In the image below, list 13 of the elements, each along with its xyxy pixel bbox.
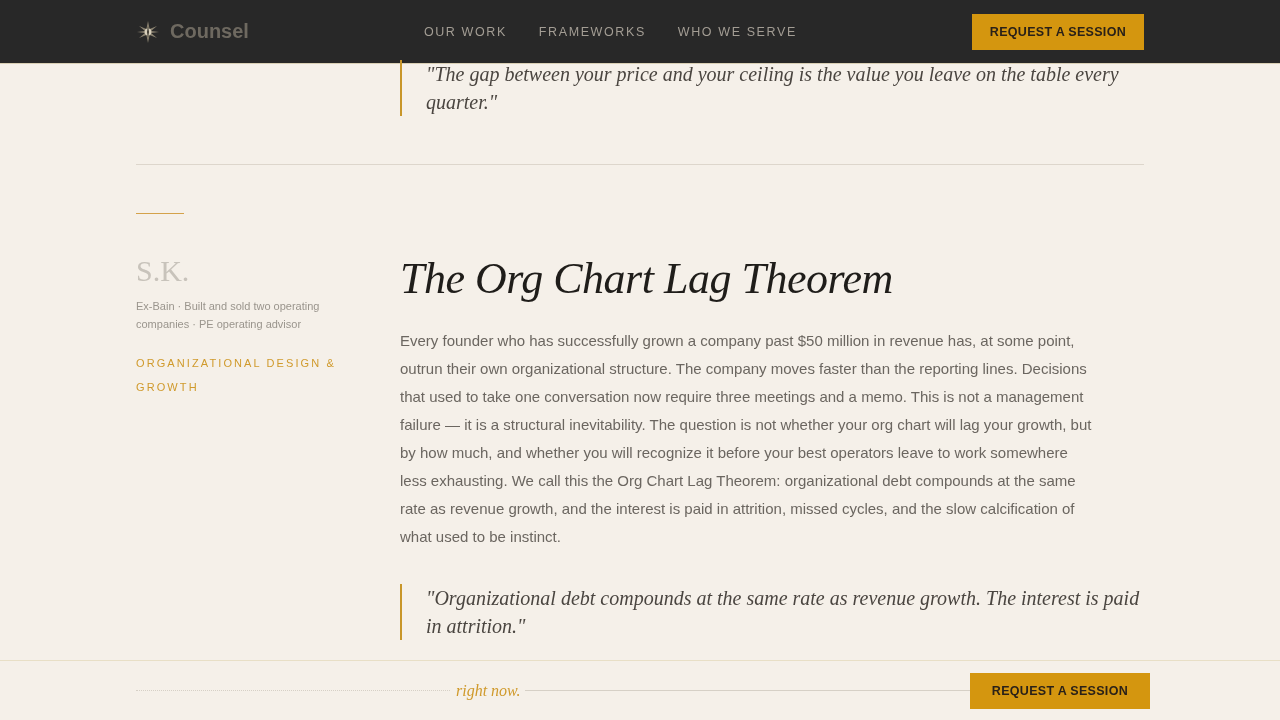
accent-line [136,213,184,214]
pull-quote: "The gap between your price and your ceiling is the value you leave on the table every quarter." [400,60,1144,116]
nav-link[interactable]: WHO WE SERVE [677,24,797,39]
pull-quote: "Organizational debt compounds at the same rate as revenue growth. The interest is paid in attrition." [400,584,1144,640]
nav-link[interactable]: FRAMEWORKS [538,24,646,39]
nav-link[interactable]: OUR WORK [423,24,507,39]
article-title: The Org Chart Lag Theorem [400,253,894,305]
author-bio: Ex-Bain · Built and sold two operating companies · PE operating advisor [136,299,321,332]
category-tag: ORGANIZATIONAL DESIGN & GROWTH [136,351,336,399]
request-session-button[interactable]: REQUEST A SESSION [969,672,1150,709]
request-session-button[interactable]: REQUEST A SESSION [971,13,1144,50]
article-body: Every founder who has successfully grown a company past $50 million in revenue has, at some point, outrun their own organizational structure. The company moves faster than the reporting lines. Decisions that used to take one conversation now require three meetings and a memo. This is not a management failure — it is a structural inevitability. The question is not whether your org chart will lag your growth, but by how much, and whether you will recognize it before your best operators leave to work somewhere less exhausting. We call this the Org Chart Lag Theorem: organizational debt compounds at the same rate as revenue growth, and the interest is paid in attrition, missed cycles, and the slow calcification of what used to be instinct. [400,331,1093,547]
footer-tagline: right now. [456,681,521,700]
